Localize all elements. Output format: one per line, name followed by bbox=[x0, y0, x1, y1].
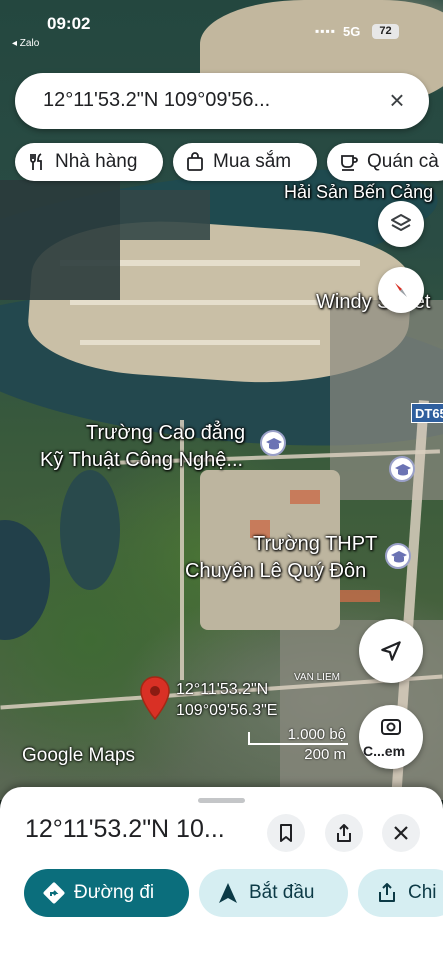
school-poi-icon[interactable] bbox=[260, 430, 286, 456]
signal-icon: ▪▪▪▪ bbox=[315, 24, 337, 38]
share-action-label: Chi bbox=[408, 882, 437, 903]
close-icon[interactable]: × bbox=[383, 87, 411, 115]
share-button[interactable] bbox=[325, 814, 363, 852]
share-action-button[interactable]: Chi bbox=[358, 869, 443, 917]
shopping-bag-icon bbox=[187, 152, 203, 171]
school-poi-icon[interactable] bbox=[385, 543, 411, 569]
directions-icon bbox=[43, 882, 65, 904]
pin-longitude: 109°09'56.3"E bbox=[176, 702, 278, 719]
compass-button[interactable] bbox=[378, 267, 424, 313]
close-sheet-button[interactable] bbox=[382, 814, 420, 852]
directions-label: Đường đi bbox=[74, 882, 155, 903]
start-button[interactable]: Bắt đầu bbox=[199, 869, 348, 917]
place-label-school-line1[interactable]: Trường THPT bbox=[253, 533, 377, 556]
search-query[interactable]: 12°11'53.2"N 109°09'56... bbox=[43, 89, 270, 112]
google-maps-logo: Google Maps bbox=[22, 745, 136, 766]
scale-bar bbox=[248, 743, 348, 745]
my-location-button[interactable] bbox=[359, 619, 423, 683]
share-icon bbox=[337, 824, 351, 842]
battery-indicator: 72 bbox=[372, 24, 399, 39]
coffee-cup-icon bbox=[341, 155, 358, 171]
chip-label: Nhà hàng bbox=[55, 151, 138, 172]
layers-button[interactable] bbox=[378, 201, 424, 247]
chip-label: Mua sắm bbox=[213, 151, 292, 172]
lens-label: C...em bbox=[363, 743, 406, 759]
close-icon bbox=[394, 826, 408, 840]
chip-restaurants[interactable]: Nhà hàng bbox=[15, 143, 163, 181]
chip-label: Quán cà bbox=[367, 151, 439, 172]
bookmark-icon bbox=[280, 824, 292, 842]
place-label-restaurant[interactable]: Hải Sản Bến Cảng bbox=[284, 182, 433, 203]
location-pin-icon[interactable] bbox=[139, 676, 171, 720]
directions-button[interactable]: Đường đi bbox=[24, 869, 189, 917]
pin-coordinates: 12°11'53.2"N 109°09'56.3"E bbox=[176, 679, 277, 721]
scale-bottom-label: 200 m bbox=[304, 746, 346, 763]
chip-shopping[interactable]: Mua sắm bbox=[173, 143, 317, 181]
place-title: 12°11'53.2"N 10... bbox=[25, 815, 225, 843]
share-icon bbox=[379, 883, 395, 902]
place-bottom-sheet[interactable]: 12°11'53.2"N 10... Đường đi Bắt đầu Chi bbox=[0, 787, 443, 960]
navigation-icon bbox=[219, 883, 237, 903]
navigation-arrow-icon bbox=[381, 641, 401, 661]
school-poi-icon[interactable] bbox=[389, 456, 415, 482]
drag-handle[interactable] bbox=[198, 798, 245, 803]
lens-icon bbox=[381, 718, 401, 735]
scale-top-label: 1.000 bộ bbox=[287, 726, 346, 743]
map-scale: 1.000 bộ 200 m bbox=[248, 726, 348, 763]
road-badge: DT65 bbox=[411, 403, 443, 423]
place-label-college-line2[interactable]: Kỹ Thuật Công Nghệ... bbox=[40, 449, 243, 472]
area-label: VAN LIEM bbox=[294, 672, 340, 683]
status-bar: 09:02 ◂ Zalo ▪▪▪▪ 5G 72 bbox=[0, 0, 443, 49]
place-label-college-line1[interactable]: Trường Cao đẳng bbox=[86, 422, 245, 445]
camera-lens-button[interactable]: C...em bbox=[359, 705, 423, 769]
save-button[interactable] bbox=[267, 814, 305, 852]
layers-icon bbox=[391, 214, 411, 231]
compass-icon bbox=[395, 283, 407, 297]
status-time: 09:02 bbox=[47, 14, 91, 33]
back-to-app-link[interactable]: ◂ Zalo bbox=[12, 38, 39, 49]
network-type: 5G bbox=[343, 24, 361, 39]
pin-latitude: 12°11'53.2"N bbox=[176, 681, 269, 698]
chip-cafe[interactable]: Quán cà bbox=[327, 143, 443, 181]
search-bar[interactable]: 12°11'53.2"N 109°09'56... × bbox=[15, 73, 429, 129]
fork-knife-icon bbox=[30, 153, 42, 170]
start-label: Bắt đầu bbox=[249, 882, 315, 903]
place-label-school-line2[interactable]: Chuyên Lê Quý Đôn bbox=[185, 560, 366, 583]
